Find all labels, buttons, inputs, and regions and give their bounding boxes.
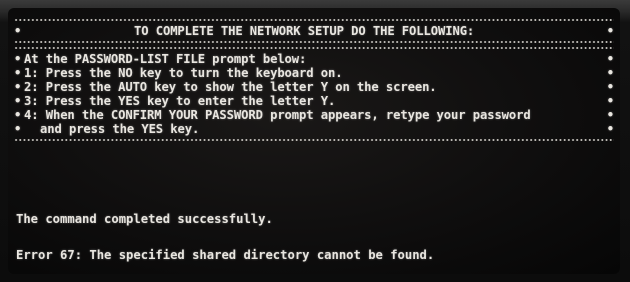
instruction-line: • and press the YES key. •	[14, 122, 614, 136]
instruction-line: • 4: When the CONFIRM YOUR PASSWORD prom…	[14, 108, 614, 122]
bullet-icon: •	[14, 94, 22, 108]
bullet-icon: •	[14, 66, 22, 80]
bullet-icon: •	[606, 66, 614, 80]
bullet-icon: •	[14, 24, 22, 38]
terminal-output: • TO COMPLETE THE NETWORK SETUP DO THE F…	[14, 16, 614, 144]
bullet-icon: •	[14, 122, 22, 136]
crt-screen: • TO COMPLETE THE NETWORK SETUP DO THE F…	[8, 8, 620, 274]
bullet-icon: •	[14, 52, 22, 66]
instruction-text: 2: Press the AUTO key to show the letter…	[24, 80, 437, 94]
asterisk-border-top	[14, 18, 614, 22]
bullet-icon: •	[606, 94, 614, 108]
asterisk-border-mid-2	[14, 46, 614, 50]
bullet-icon: •	[606, 108, 614, 122]
bullet-icon: •	[14, 80, 22, 94]
setup-title: TO COMPLETE THE NETWORK SETUP DO THE FOL…	[134, 24, 475, 38]
instruction-line: • 1: Press the NO key to turn the keyboa…	[14, 66, 614, 80]
title-line: • TO COMPLETE THE NETWORK SETUP DO THE F…	[14, 24, 614, 38]
instruction-line: • 2: Press the AUTO key to show the lett…	[14, 80, 614, 94]
instruction-text: At the PASSWORD-LIST FILE prompt below:	[24, 52, 307, 66]
instruction-line: • 3: Press the YES key to enter the lett…	[14, 94, 614, 108]
instruction-text: 4: When the CONFIRM YOUR PASSWORD prompt…	[24, 108, 531, 122]
bullet-icon: •	[606, 80, 614, 94]
instruction-line: • At the PASSWORD-LIST FILE prompt below…	[14, 52, 614, 66]
instruction-text: and press the YES key.	[40, 122, 200, 136]
bullet-icon: •	[14, 108, 22, 122]
instruction-text: 1: Press the NO key to turn the keyboard…	[24, 66, 343, 80]
instruction-text: 3: Press the YES key to enter the letter…	[24, 94, 336, 108]
asterisk-border-mid-1	[14, 40, 614, 44]
bullet-icon: •	[606, 52, 614, 66]
status-message: The command completed successfully.	[16, 212, 273, 226]
error-message: Error 67: The specified shared directory…	[16, 248, 435, 262]
bullet-icon: •	[606, 122, 614, 136]
bullet-icon: •	[606, 24, 614, 38]
asterisk-border-bottom	[14, 138, 614, 142]
